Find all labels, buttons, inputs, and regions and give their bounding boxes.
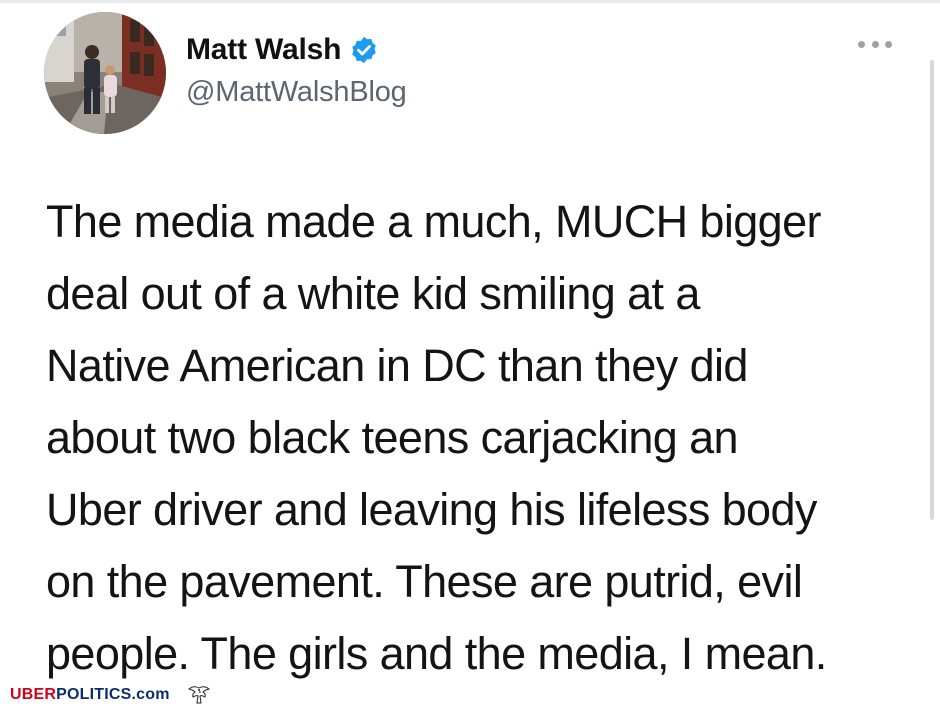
scrollbar[interactable] [930,60,934,520]
dot [871,40,879,48]
watermark-politics: POLITICS [56,686,132,703]
tweet-line: people. The girls and the media, I mean. [46,628,827,679]
tweet-line: deal out of a white kid smiling at a [46,268,700,319]
tweet-line: Uber driver and leaving his lifeless bod… [46,484,817,535]
watermark-uber: UBER [10,686,57,703]
name-row: Matt Walsh [186,28,407,72]
tweet-line: The media made a much, MUCH bigger [46,196,822,247]
eagle-icon [186,683,212,707]
tweet-line: on the pavement. These are putrid, evil [46,556,803,607]
tweet-text: The media made a much, MUCH bigger deal … [46,186,916,690]
display-name[interactable]: Matt Walsh [186,33,341,67]
watermark-com: .com [131,686,170,703]
avatar[interactable] [44,12,166,134]
tweet-card: Matt Walsh @MattWalshBlog The media made… [0,0,940,710]
top-border [0,0,940,3]
tweet-line: Native American in DC than they did [46,340,748,391]
tweet-line: about two black teens carjacking an [46,412,739,463]
watermark: UBER POLITICS .com [10,682,212,708]
author-block: Matt Walsh @MattWalshBlog [186,28,407,109]
dot [858,40,865,48]
more-options-icon[interactable] [858,34,892,54]
handle[interactable]: @MattWalshBlog [186,76,407,109]
dot [885,40,892,48]
avatar-photo [44,12,166,134]
verified-badge-icon [349,35,379,65]
